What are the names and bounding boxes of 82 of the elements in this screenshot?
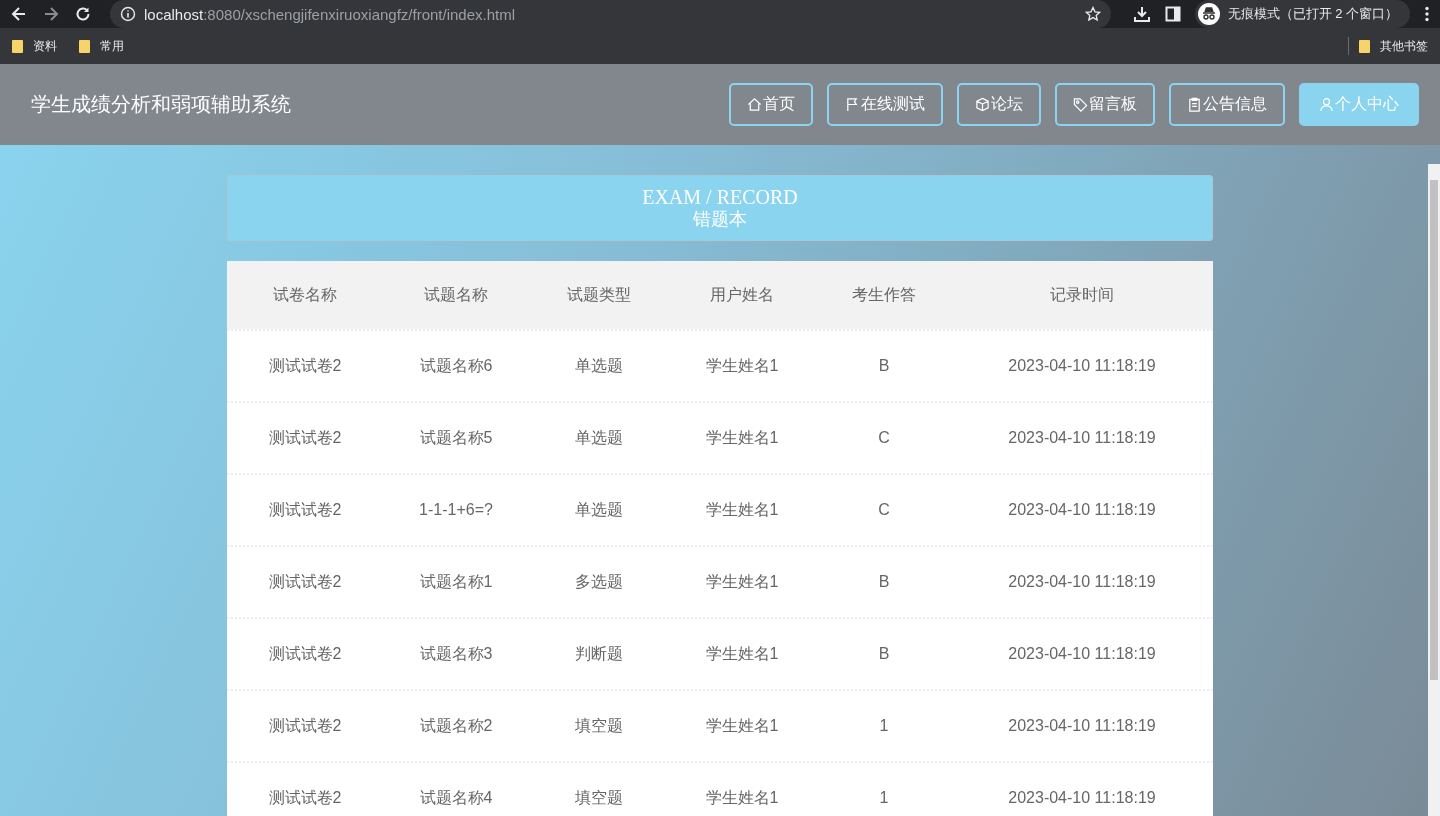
folder-icon xyxy=(79,39,90,53)
table-cell-text: 试题名称3 xyxy=(418,643,494,664)
table-cell-text: 测试试卷2 xyxy=(267,499,343,520)
nav-button[interactable]: 公告信息 xyxy=(1169,83,1285,126)
table-cell-text: 测试试卷2 xyxy=(267,427,343,448)
table-cell-text: 测试试卷2 xyxy=(267,571,343,592)
table-cell-text: 填空题 xyxy=(574,787,624,808)
column-header: 试卷名称 xyxy=(272,284,338,305)
table-cell-text: 单选题 xyxy=(574,355,624,376)
table-cell-text: 学生姓名1 xyxy=(704,499,780,520)
table-cell-text: B xyxy=(877,357,891,375)
forward-icon[interactable] xyxy=(42,5,60,23)
table-cell-text: 测试试卷2 xyxy=(267,355,343,376)
table-cell-text: 试题名称4 xyxy=(418,787,494,808)
clipboard-icon xyxy=(1187,97,1202,112)
table-cell-text: 试题名称6 xyxy=(418,355,494,376)
cube-icon xyxy=(975,97,990,112)
site-title: 学生成绩分析和弱项辅助系统 xyxy=(31,92,291,117)
table-cell-text: 学生姓名1 xyxy=(704,427,780,448)
menu-icon[interactable] xyxy=(1424,6,1430,22)
table-cell-text: 1 xyxy=(878,717,890,735)
nav-button[interactable]: 首页 xyxy=(729,83,813,126)
reload-icon[interactable] xyxy=(74,5,92,23)
table-cell-text: 2023-04-10 11:18:19 xyxy=(1007,357,1157,375)
nav-button[interactable]: 在线测试 xyxy=(827,83,943,126)
table-cell-text: C xyxy=(877,501,891,519)
table-cell-text: 学生姓名1 xyxy=(704,571,780,592)
column-header: 考生作答 xyxy=(851,284,917,305)
table-cell-text: 单选题 xyxy=(574,499,624,520)
table-cell-text: 单选题 xyxy=(574,427,624,448)
table-cell-text: B xyxy=(877,645,891,663)
table-cell-text: 2023-04-10 11:18:19 xyxy=(1007,573,1157,591)
table-cell-text: 2023-04-10 11:18:19 xyxy=(1007,501,1157,519)
table-cell-text: 2023-04-10 11:18:19 xyxy=(1007,429,1157,447)
banner-title: 错题本 xyxy=(693,207,747,230)
folder-icon xyxy=(12,39,23,53)
table-cell-text: 测试试卷2 xyxy=(267,787,343,808)
side-panel-icon[interactable] xyxy=(1164,6,1181,22)
bookmark-item[interactable]: 资料 xyxy=(12,37,57,55)
table-cell-text: 1 xyxy=(878,789,890,807)
table-cell-text: 学生姓名1 xyxy=(704,715,780,736)
bookmark-item[interactable]: 常用 xyxy=(79,37,124,55)
nav-button[interactable]: 留言板 xyxy=(1055,83,1155,126)
address-bar[interactable]: localhost:8080/xschengjifenxiruoxiangfz/front/index.html xyxy=(110,0,1111,28)
table-cell-text: 测试试卷2 xyxy=(267,643,343,664)
scrollbar-thumb[interactable] xyxy=(1430,180,1438,680)
info-icon[interactable] xyxy=(120,6,136,22)
star-icon[interactable] xyxy=(1084,6,1101,22)
table-cell-text: 2023-04-10 11:18:19 xyxy=(1007,645,1157,663)
tag-icon xyxy=(1073,97,1088,112)
table-cell-text: B xyxy=(877,573,891,591)
table-cell-text: 多选题 xyxy=(574,571,624,592)
column-header: 用户姓名 xyxy=(709,284,775,305)
table-cell-text: 学生姓名1 xyxy=(704,355,780,376)
table-cell-text: 1-1-1+6=? xyxy=(418,501,494,519)
table-cell-text: 测试试卷2 xyxy=(267,715,343,736)
incognito-icon xyxy=(1197,3,1220,25)
table-cell-text: 试题名称2 xyxy=(418,715,494,736)
table-cell-text: 学生姓名1 xyxy=(704,787,780,808)
table-cell-text: 2023-04-10 11:18:19 xyxy=(1007,717,1157,735)
download-icon[interactable] xyxy=(1132,5,1151,23)
table-cell-text: 试题名称1 xyxy=(418,571,494,592)
home-icon xyxy=(747,97,762,112)
table-cell-text: C xyxy=(877,429,891,447)
nav-button[interactable]: 论坛 xyxy=(957,83,1041,126)
user-icon xyxy=(1319,97,1334,112)
scrollbar[interactable] xyxy=(1428,164,1440,816)
back-icon[interactable] xyxy=(10,5,28,23)
table-cell-text: 学生姓名1 xyxy=(704,643,780,664)
incognito-badge[interactable]: 无痕模式（已打开 2 个窗口） xyxy=(1194,0,1410,28)
column-header: 记录时间 xyxy=(1049,284,1115,305)
banner-subtitle: EXAM / RECORD xyxy=(642,186,798,208)
url-text[interactable]: localhost:8080/xschengjifenxiruoxiangfz/front/index.html xyxy=(144,5,1077,23)
table-cell-text: 2023-04-10 11:18:19 xyxy=(1007,789,1157,807)
folder-icon xyxy=(1359,39,1370,53)
column-header: 试题名称 xyxy=(423,284,489,305)
table-cell-text: 试题名称5 xyxy=(418,427,494,448)
column-header: 试题类型 xyxy=(566,284,632,305)
other-bookmarks[interactable]: 其他书签 xyxy=(1359,37,1428,55)
table-cell-text: 判断题 xyxy=(574,643,624,664)
flag-icon xyxy=(845,97,860,112)
table-cell-text: 填空题 xyxy=(574,715,624,736)
